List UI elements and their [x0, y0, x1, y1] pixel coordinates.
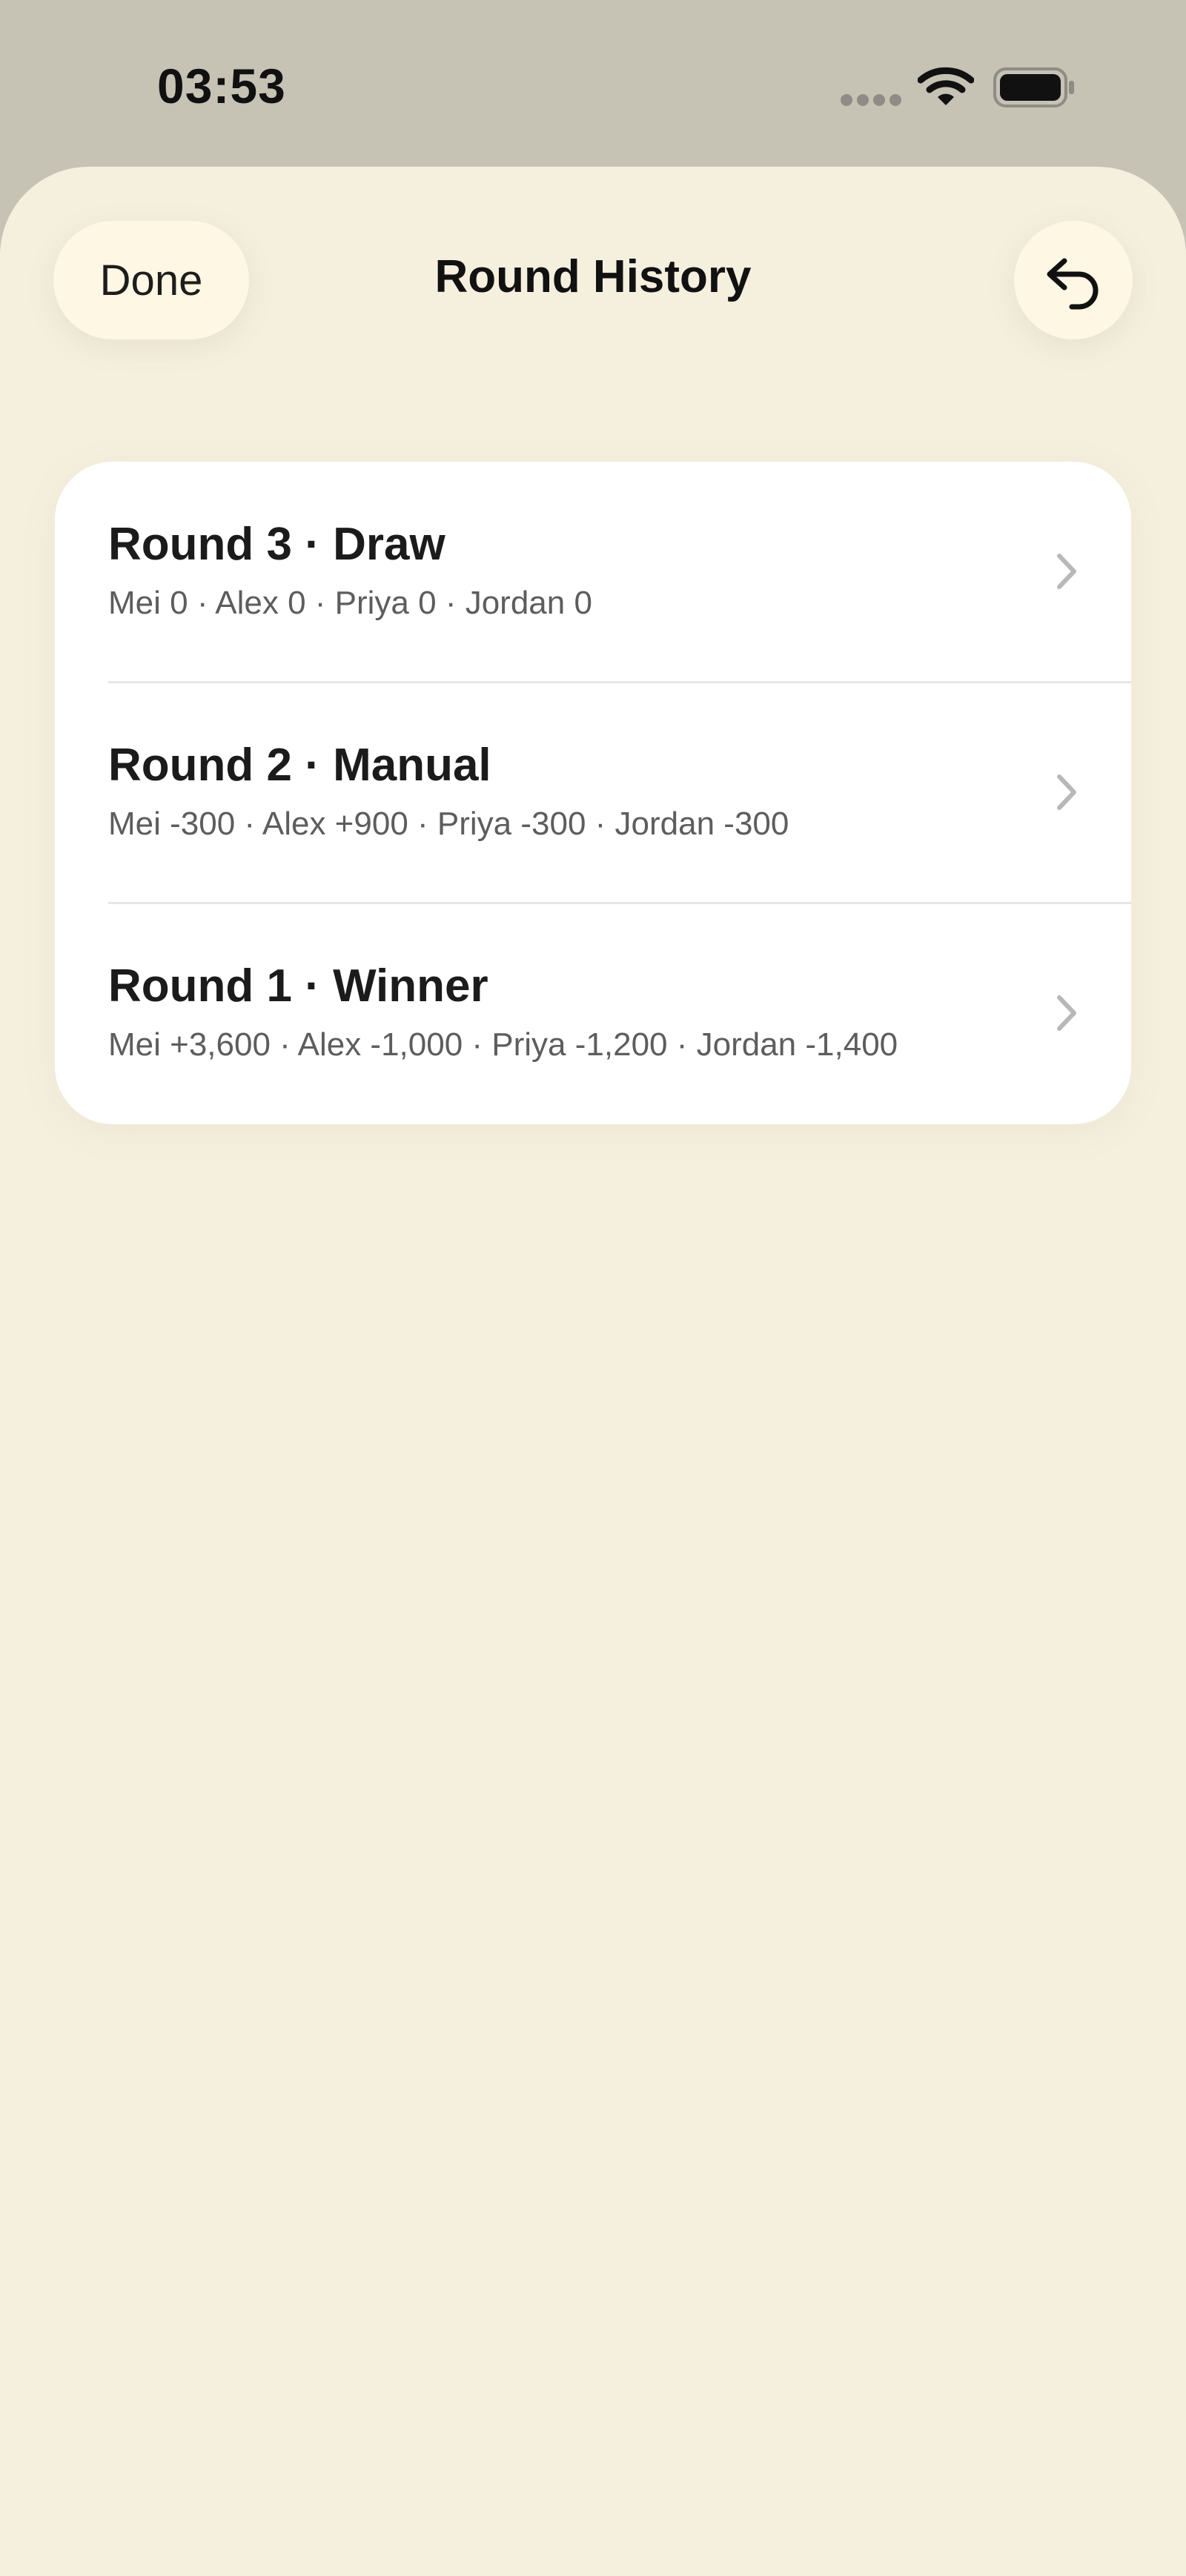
- round-scores: Mei +3,600 · Alex -1,000 · Priya -1,200 …: [108, 1026, 898, 1063]
- chevron-right-icon: [1057, 554, 1076, 589]
- row-divider: [108, 902, 1131, 904]
- row-divider: [108, 681, 1131, 683]
- chevron-right-icon: [1057, 774, 1076, 810]
- round-history-list: Round 3 · Draw Mei 0 · Alex 0 · Priya 0 …: [55, 462, 1131, 1124]
- round-title: Round 2 · Manual: [108, 740, 491, 791]
- battery-icon: [993, 67, 1074, 107]
- undo-button[interactable]: [1014, 221, 1133, 339]
- page-title: Round History: [434, 251, 752, 302]
- round-row-3[interactable]: Round 3 · Draw Mei 0 · Alex 0 · Priya 0 …: [55, 462, 1131, 682]
- status-time: 03:53: [157, 59, 286, 113]
- wifi-icon: [918, 67, 974, 105]
- round-title: Round 3 · Draw: [108, 519, 445, 570]
- round-history-sheet: Done Round History Round 3 · Draw Mei 0 …: [0, 167, 1186, 2576]
- round-scores: Mei -300 · Alex +900 · Priya -300 · Jord…: [108, 806, 789, 842]
- cellular-signal-icon: [841, 94, 901, 106]
- round-title: Round 1 · Winner: [108, 960, 488, 1012]
- round-row-2[interactable]: Round 2 · Manual Mei -300 · Alex +900 · …: [55, 683, 1131, 903]
- round-row-1[interactable]: Round 1 · Winner Mei +3,600 · Alex -1,00…: [55, 903, 1131, 1123]
- chevron-right-icon: [1057, 995, 1076, 1031]
- status-bar: 03:53: [0, 0, 1186, 167]
- undo-arrow-icon: [1047, 258, 1099, 310]
- round-scores: Mei 0 · Alex 0 · Priya 0 · Jordan 0: [108, 585, 592, 621]
